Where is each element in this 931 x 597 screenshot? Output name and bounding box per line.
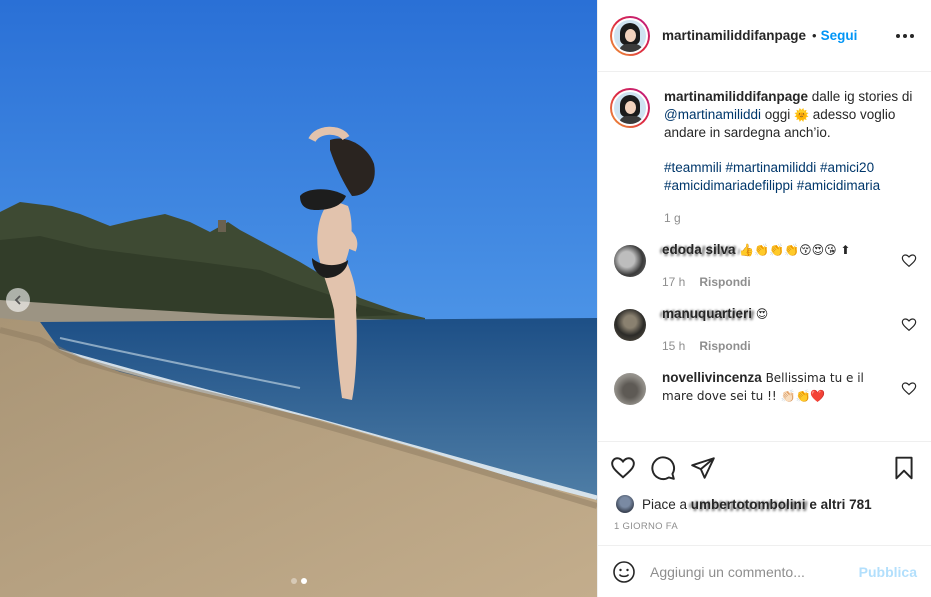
caption-text-2: oggi bbox=[764, 107, 791, 122]
caption-time[interactable]: 1 g bbox=[664, 209, 681, 227]
publish-button[interactable]: Pubblica bbox=[859, 564, 917, 580]
comment-avatar[interactable] bbox=[614, 245, 646, 277]
sun-emoji: 🌞 bbox=[794, 108, 809, 122]
comment-username[interactable]: novellivincenza bbox=[662, 370, 762, 385]
liker-avatar[interactable] bbox=[616, 495, 634, 513]
comment: edoda silva 👍👏👏👏😚😍😘 ⬆ 17 h Rispondi bbox=[610, 241, 917, 291]
emoji-smile-icon[interactable] bbox=[612, 560, 636, 584]
previous-photo-button[interactable] bbox=[6, 288, 30, 312]
reply-button[interactable]: Rispondi bbox=[699, 273, 750, 291]
chevron-left-icon bbox=[14, 295, 21, 305]
caption-text-1: dalle ig stories di bbox=[811, 89, 913, 104]
caption-username[interactable]: martinamiliddifanpage bbox=[664, 89, 808, 104]
separator-dot: • bbox=[812, 28, 817, 43]
post-username[interactable]: martinamiliddifanpage bbox=[662, 28, 806, 43]
avatar[interactable] bbox=[610, 15, 650, 56]
like-heart-icon[interactable] bbox=[610, 455, 636, 481]
comment-avatar[interactable] bbox=[614, 309, 646, 341]
share-send-icon[interactable] bbox=[690, 455, 716, 481]
liker-username[interactable]: umbertotombolini bbox=[691, 497, 806, 512]
carousel-dot-2-active bbox=[300, 578, 307, 584]
follow-button[interactable]: Segui bbox=[821, 28, 858, 43]
comment-text: 👍👏👏👏😚😍😘 ⬆ bbox=[739, 243, 851, 257]
like-comment-heart-icon[interactable] bbox=[901, 381, 917, 397]
add-comment-bar: Pubblica bbox=[598, 545, 931, 597]
comment: manuquartieri 😍 15 h Rispondi bbox=[610, 305, 917, 355]
comments-scroll-area[interactable]: martinamiliddifanpage dalle ig stories d… bbox=[598, 72, 931, 441]
more-options-icon[interactable] bbox=[893, 24, 917, 48]
carousel-dots bbox=[0, 578, 597, 584]
comment-text: 😍 bbox=[755, 307, 769, 321]
caption-mention-link[interactable]: @martinamiliddi bbox=[664, 107, 761, 122]
beach-photo bbox=[0, 0, 597, 597]
comment-time[interactable]: 17 h bbox=[662, 273, 685, 291]
instagram-post: martinamiliddifanpage • Segui martinamil… bbox=[0, 0, 931, 597]
likes-prefix: Piace a bbox=[642, 496, 688, 512]
like-comment-heart-icon[interactable] bbox=[901, 317, 917, 333]
caption-hashtags[interactable]: #teammili #martinamiliddi #amici20 #amic… bbox=[664, 159, 917, 195]
comment-time[interactable]: 15 h bbox=[662, 337, 685, 355]
post-actions bbox=[598, 441, 931, 493]
post-header: martinamiliddifanpage • Segui bbox=[598, 0, 931, 72]
post-side-panel: martinamiliddifanpage • Segui martinamil… bbox=[597, 0, 931, 597]
comment-input[interactable] bbox=[650, 563, 859, 580]
caption: martinamiliddifanpage dalle ig stories d… bbox=[610, 88, 917, 227]
comment-avatar[interactable] bbox=[614, 373, 646, 405]
post-date[interactable]: 1 giorno fa bbox=[598, 515, 931, 545]
comment-username[interactable]: manuquartieri bbox=[662, 306, 752, 321]
post-photo[interactable] bbox=[0, 0, 597, 597]
comment: novellivincenza Bellissima tu e il mare … bbox=[610, 369, 917, 405]
caption-avatar[interactable] bbox=[610, 88, 650, 128]
carousel-dot-1 bbox=[290, 578, 297, 584]
like-comment-heart-icon[interactable] bbox=[901, 253, 917, 269]
likes-others[interactable]: e altri 781 bbox=[809, 497, 871, 512]
likes-summary: Piace a umbertotombolini e altri 781 bbox=[598, 493, 931, 515]
reply-button[interactable]: Rispondi bbox=[699, 337, 750, 355]
bookmark-icon[interactable] bbox=[891, 455, 917, 481]
comment-bubble-icon[interactable] bbox=[650, 455, 676, 481]
comment-username[interactable]: edoda silva bbox=[662, 242, 736, 257]
